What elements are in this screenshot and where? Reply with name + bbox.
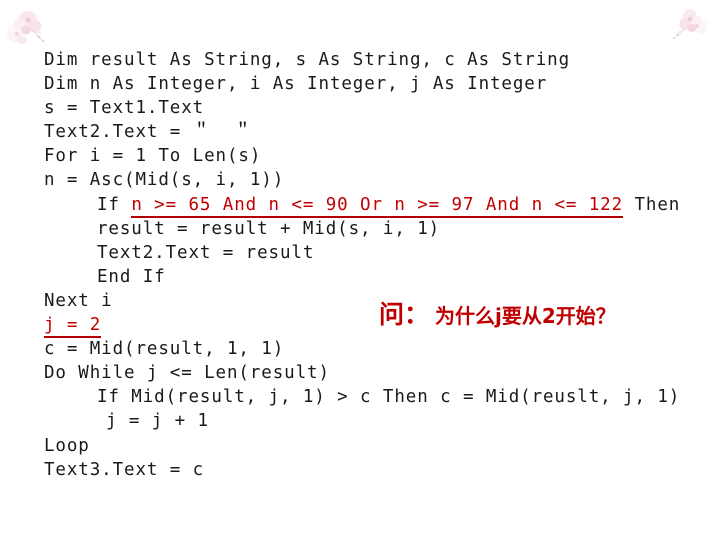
code-line: End If (44, 265, 720, 289)
annotation-label: 问： (379, 300, 430, 329)
code-slide: Dim result As String, s As String, c As … (0, 0, 720, 540)
code-text: If Mid(result, j, 1) > c Then c = Mid(re… (97, 387, 681, 408)
code-line: If Mid(result, j, 1) > c Then c = Mid(re… (44, 385, 720, 409)
code-line: Text3.Text = c (44, 459, 205, 480)
code-text: j = j + 1 (106, 411, 209, 432)
code-line: Loop (44, 435, 90, 456)
code-line: Dim n As Integer, i As Integer, j As Int… (44, 74, 548, 95)
then-keyword: Then (623, 194, 681, 215)
code-line: Text2.Text = result (44, 241, 720, 265)
code-line: Text2.Text = ＂ ＂ (44, 122, 253, 143)
code-line: n = Asc(Mid(s, i, 1)) (44, 170, 285, 191)
annotation-question: 为什么j要从2开始？ (435, 304, 616, 328)
code-line: j = j + 1 (44, 409, 720, 433)
vb-code-block: Dim result As String, s As String, c As … (44, 48, 720, 482)
code-line: result = result + Mid(s, i, 1) (44, 217, 720, 241)
code-line: s = Text1.Text (44, 98, 205, 119)
code-line: c = Mid(result, 1, 1) (44, 339, 285, 360)
code-text: result = result + Mid(s, i, 1) (97, 218, 441, 239)
highlighted-condition: n >= 65 And n <= 90 Or n >= 97 And n <= … (131, 194, 624, 218)
code-line: Do While j <= Len(result) (44, 363, 330, 384)
code-line: For i = 1 To Len(s) (44, 146, 262, 167)
if-keyword: If (97, 194, 132, 215)
code-text: Text2.Text = result (97, 242, 315, 263)
code-line-if-condition: If n >= 65 And n <= 90 Or n >= 97 And n … (44, 193, 720, 218)
code-line: Dim result As String, s As String, c As … (44, 50, 571, 70)
highlighted-j-assignment: j = 2 (44, 315, 102, 339)
code-text: End If (97, 266, 166, 287)
question-annotation: 问： 为什么j要从2开始？ (379, 295, 616, 331)
